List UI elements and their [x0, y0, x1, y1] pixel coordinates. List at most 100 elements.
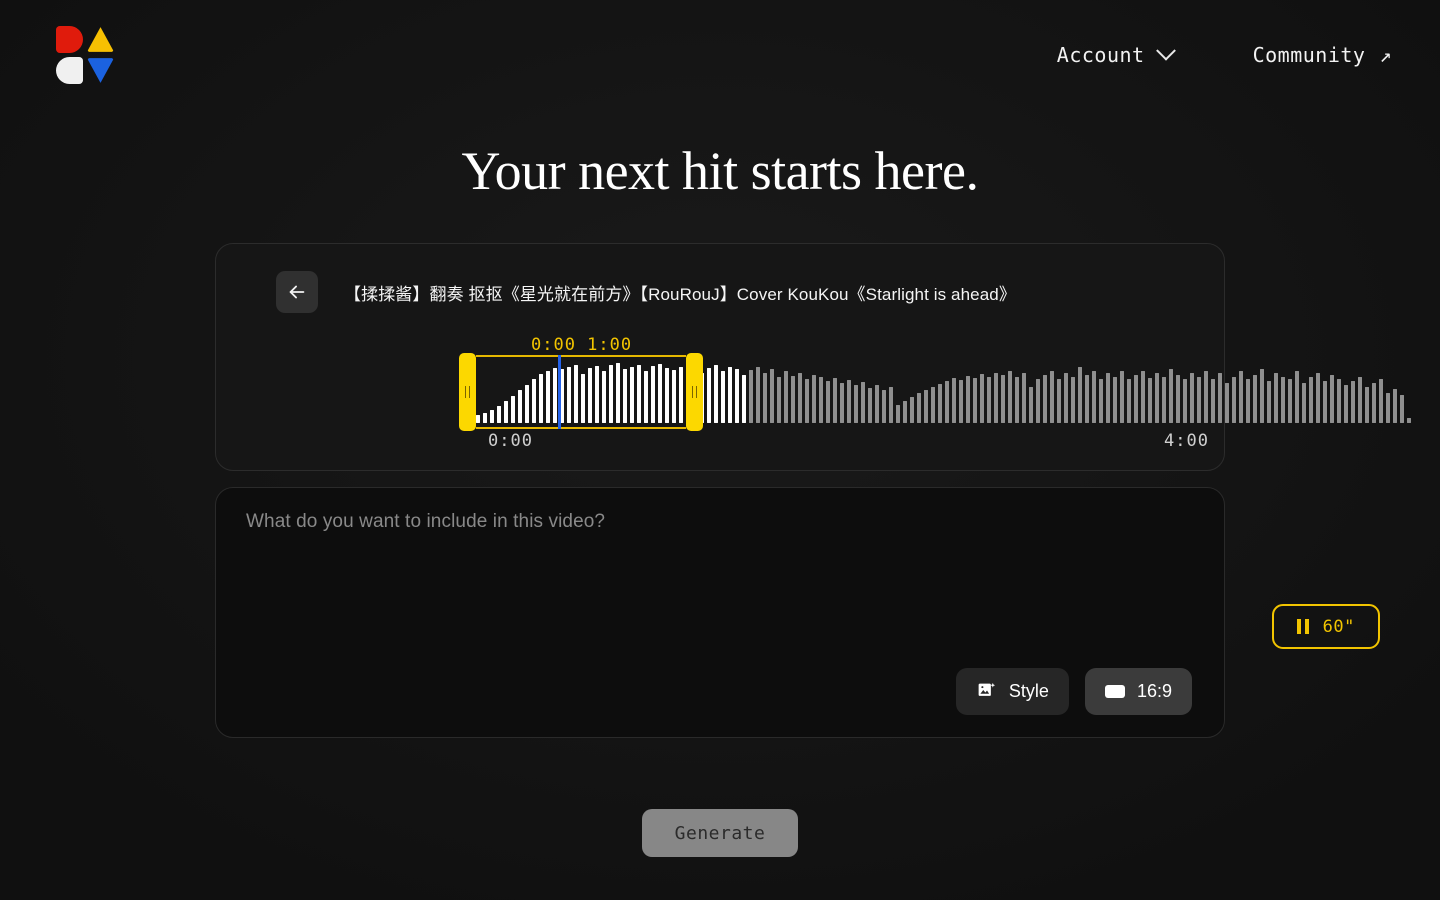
waveform-bar: [651, 366, 655, 423]
waveform-bar: [630, 367, 634, 423]
nav-item-community[interactable]: Community ↗: [1253, 43, 1392, 67]
track-title: 【揉揉酱】翻奏 抠抠《星光就在前方》【RouRouJ】Cover KouKou《…: [344, 284, 1016, 304]
waveform-bar: [1148, 378, 1152, 423]
waveform-bar: [679, 367, 683, 423]
waveform-bar: [1351, 381, 1355, 423]
waveform-bar: [805, 379, 809, 423]
waveform-bar: [1127, 379, 1131, 423]
waveform-bar: [1246, 379, 1250, 423]
page-title: Your next hit starts here.: [461, 141, 979, 201]
arrow-left-icon: [289, 285, 305, 299]
waveform-bar: [1288, 379, 1292, 423]
waveform-bar: [637, 365, 641, 423]
waveform-bar: [917, 393, 921, 423]
waveform-bar: [567, 367, 571, 423]
waveform-bar: [1204, 371, 1208, 423]
logo-red-d-icon: [56, 26, 83, 53]
waveform-bar: [763, 373, 767, 423]
waveform-bar: [532, 379, 536, 423]
app-logo[interactable]: [56, 26, 114, 84]
duration-play-button[interactable]: 60": [1272, 604, 1380, 649]
pause-icon: [1297, 619, 1309, 634]
waveform-bar: [910, 397, 914, 423]
prompt-actions: Style 16:9: [955, 668, 1192, 715]
waveform-bar: [1113, 377, 1117, 423]
selection-handle-left[interactable]: [459, 353, 476, 431]
waveform[interactable]: [459, 353, 1411, 431]
prompt-input-placeholder[interactable]: What do you want to include in this vide…: [246, 511, 605, 533]
generate-button[interactable]: Generate: [642, 809, 798, 857]
waveform-bar: [1022, 373, 1026, 423]
waveform-bar: [1225, 383, 1229, 423]
waveform-bar: [854, 385, 858, 423]
waveform-bar: [882, 390, 886, 423]
waveform-bar: [1106, 373, 1110, 423]
waveform-bar: [819, 377, 823, 423]
waveform-bar: [952, 378, 956, 423]
back-button[interactable]: [276, 271, 318, 313]
waveform-bar: [1344, 385, 1348, 423]
nav-item-account[interactable]: Account: [1057, 40, 1176, 67]
waveform-bar: [1183, 379, 1187, 423]
waveform-bar: [749, 370, 753, 423]
selection-range-labels: 0:00 1:00: [531, 335, 633, 355]
logo-white-d-icon: [56, 57, 83, 84]
nav-item-community-label: Community: [1252, 43, 1366, 67]
waveform-bar: [1309, 377, 1313, 423]
waveform-bar: [1372, 383, 1376, 423]
image-sparkle-icon: [978, 682, 995, 696]
waveform-bar: [840, 383, 844, 423]
waveform-bar: [742, 375, 746, 423]
waveform-bar: [1064, 373, 1068, 423]
waveform-bar: [1393, 389, 1397, 423]
waveform-bar: [588, 368, 592, 423]
waveform-bar: [623, 369, 627, 423]
waveform-bar: [1253, 375, 1257, 423]
waveform-bar: [1162, 377, 1166, 423]
style-button[interactable]: Style: [955, 668, 1069, 715]
waveform-bar: [812, 375, 816, 423]
waveform-bar: [1169, 369, 1173, 423]
waveform-bar: [1218, 373, 1222, 423]
waveform-bar: [1365, 387, 1369, 423]
waveform-bar: [1400, 395, 1404, 423]
waveform-bar: [1239, 371, 1243, 423]
waveform-bar: [784, 371, 788, 423]
selection-handle-right[interactable]: [686, 353, 704, 431]
waveform-bar: [1330, 375, 1334, 423]
waveform-bar: [1134, 375, 1138, 423]
waveform-bar: [616, 363, 620, 423]
waveform-bar: [1379, 379, 1383, 423]
track-end-time: 4:00: [1164, 431, 1209, 451]
waveform-bar: [896, 405, 900, 423]
waveform-bar: [966, 376, 970, 423]
waveform-bar: [1302, 383, 1306, 423]
waveform-bar: [539, 374, 543, 423]
waveform-bar: [1001, 375, 1005, 423]
waveform-bar: [644, 371, 648, 423]
waveform-bar: [721, 371, 725, 423]
waveform-bar: [756, 367, 760, 423]
aspect-ratio-button[interactable]: 16:9: [1084, 668, 1192, 715]
waveform-bar: [889, 387, 893, 423]
waveform-bar: [1141, 371, 1145, 423]
waveform-bar: [1281, 377, 1285, 423]
waveform-bar: [861, 382, 865, 423]
waveform-bar: [504, 401, 508, 423]
waveform-bar: [973, 378, 977, 423]
waveform-bar: [714, 365, 718, 423]
waveform-bar: [791, 376, 795, 423]
waveform-bar: [476, 415, 480, 423]
waveform-bar: [1099, 379, 1103, 423]
waveform-bar: [658, 364, 662, 423]
waveform-bar: [938, 384, 942, 423]
waveform-bar: [945, 381, 949, 423]
waveform-bar: [546, 371, 550, 423]
waveform-bar: [1407, 418, 1411, 423]
playhead-indicator[interactable]: [558, 355, 562, 429]
waveform-bar: [1358, 377, 1362, 423]
aspect-ratio-label: 16:9: [1136, 681, 1172, 701]
waveform-bar: [511, 396, 515, 423]
prompt-card[interactable]: What do you want to include in this vide…: [215, 487, 1225, 738]
grip-line: [464, 386, 467, 398]
